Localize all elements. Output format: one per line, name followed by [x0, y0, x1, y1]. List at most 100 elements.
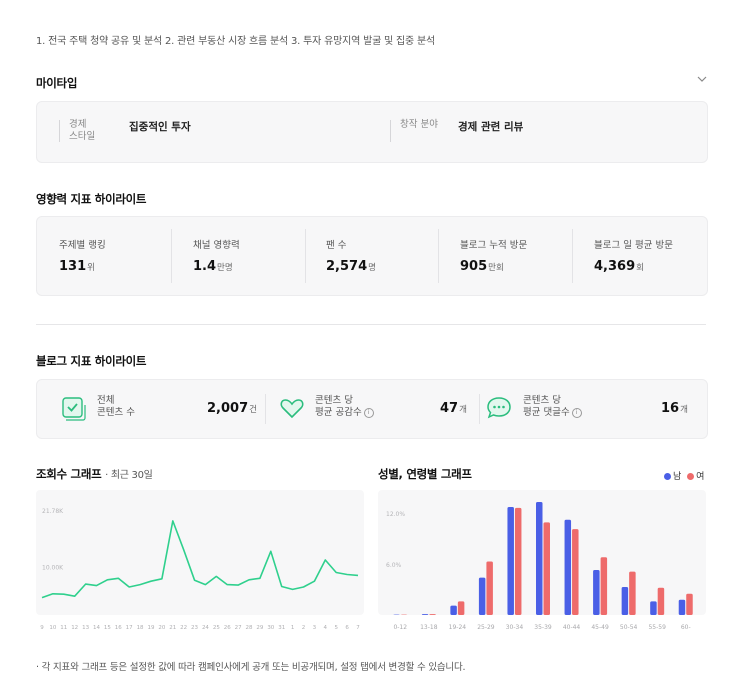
blog-value: 2,007건: [207, 401, 257, 416]
blog-label: 콘텐츠 당 평균 댓글수 i: [523, 395, 582, 419]
style-label-line2: 스타일: [69, 131, 96, 142]
female-legend-dot: [687, 473, 695, 480]
chevron-down-icon[interactable]: [697, 74, 707, 84]
x-tick-label: 7: [356, 625, 360, 631]
heart-icon: [280, 399, 304, 419]
x-tick-label: 30: [267, 625, 274, 631]
female-bar: [629, 571, 636, 615]
x-tick-label: 31: [278, 625, 285, 631]
x-tick-label: 40-44: [563, 624, 581, 631]
checkbox-icon: [62, 397, 86, 421]
demo-bar-chart: 6.0% 12.0% 0-12 13-18 19-24 25-29 30-34 35-39 40…: [386, 501, 693, 631]
chat-icon: [487, 397, 511, 419]
blog-card: 전체 콘텐츠 수 2,007건 콘텐츠 당 평균 공감수 i 47개 콘텐츠 당 …: [36, 379, 708, 439]
stat-value: 4,369회: [594, 259, 644, 274]
blog-label-line2: 평균 공감수 i: [315, 407, 374, 419]
stat-value: 905만회: [460, 259, 504, 274]
female-bar: [457, 601, 465, 615]
male-bar: [564, 519, 572, 615]
divider: [438, 229, 439, 283]
x-tick-label: 24: [202, 625, 209, 631]
x-tick-label: 50-54: [620, 624, 638, 631]
x-tick-label: 10: [49, 625, 56, 631]
stat-label: 팬 수: [326, 240, 347, 251]
x-tick-label: 11: [60, 625, 67, 631]
blog-label: 콘텐츠 당 평균 공감수 i: [315, 395, 374, 419]
x-tick-label: 60-: [681, 624, 691, 631]
y-tick-label: 12.0%: [386, 511, 405, 518]
female-bar: [572, 529, 579, 615]
blog-avg-comments: 콘텐츠 당 평균 댓글수 i 16개: [479, 380, 707, 438]
blog-title: 블로그 지표 하이라이트: [36, 354, 147, 368]
male-bar: [478, 577, 486, 615]
field-label: 창작 분야: [400, 119, 438, 130]
female-bar: [686, 593, 693, 615]
x-tick-label: 29: [256, 625, 263, 631]
x-tick-label: 13: [82, 625, 89, 631]
stat-label: 블로그 일 평균 방문: [594, 240, 673, 251]
female-legend-label: 여: [696, 472, 705, 482]
stat-label: 블로그 누적 방문: [460, 240, 528, 251]
x-tick-label: 30-34: [506, 624, 524, 631]
blog-label-line1: 콘텐츠 당: [523, 395, 561, 406]
info-icon[interactable]: i: [571, 407, 582, 418]
x-tick-label: 26: [224, 625, 231, 631]
male-legend-dot: [664, 473, 671, 480]
blog-label-line2: 평균 댓글수 i: [523, 407, 582, 419]
influence-card: 주제별 랭킹 131위 채널 영향력 1.4만명 팬 수 2,574명 블로그 …: [36, 216, 708, 296]
x-tick-label: 9: [40, 625, 44, 631]
male-legend-label: 남: [673, 472, 682, 482]
info-icon[interactable]: i: [363, 407, 374, 418]
section-divider: [36, 324, 706, 325]
blog-label-line2: 콘텐츠 수: [97, 407, 135, 418]
x-tick-label: 0-12: [393, 624, 407, 631]
style-value: 집중적인 투자: [129, 121, 191, 133]
male-bar: [421, 614, 429, 615]
divider: [390, 120, 391, 142]
male-bar: [678, 599, 686, 615]
x-tick-label: 15: [104, 625, 111, 631]
demo-legend: 남 여: [664, 469, 704, 482]
x-tick-label: 23: [191, 625, 198, 631]
x-tick-label: 19: [147, 625, 154, 631]
x-tick-label: 17: [126, 625, 133, 631]
stat-value: 1.4만명: [193, 259, 233, 274]
divider: [572, 229, 573, 283]
x-tick-label: 35-39: [534, 624, 552, 631]
blog-label-line1: 전체: [97, 395, 115, 406]
x-tick-label: 3: [313, 625, 317, 631]
footnote: · 각 지표와 그래프 등은 설정한 값에 따라 캠페인사에게 공개 또는 비공…: [36, 662, 466, 673]
x-tick-label: 1: [291, 625, 295, 631]
blog-value: 47개: [440, 401, 467, 416]
male-bar: [593, 569, 600, 615]
x-tick-label: 28: [246, 625, 253, 631]
x-tick-label: 16: [115, 625, 122, 631]
x-tick-label: 12: [71, 625, 78, 631]
style-label-line1: 경제: [69, 119, 87, 130]
blog-label: 전체 콘텐츠 수: [97, 395, 135, 419]
x-tick-label: 2: [302, 625, 306, 631]
x-tick-label: 6: [345, 625, 349, 631]
blog-avg-likes: 콘텐츠 당 평균 공감수 i 47개: [265, 380, 479, 438]
influence-title: 영향력 지표 하이라이트: [36, 192, 147, 206]
demo-chart-title: 성별, 연령별 그래프: [378, 467, 472, 481]
male-bar: [650, 601, 657, 615]
stat-value: 131위: [59, 259, 95, 274]
blog-label-line1: 콘텐츠 당: [315, 395, 353, 406]
male-bar: [536, 501, 543, 615]
x-tick-label: 14: [93, 625, 100, 631]
y-tick-label: 21.78K: [42, 508, 64, 515]
female-bar: [514, 507, 522, 615]
female-bar: [600, 557, 608, 615]
intro-text: 1. 전국 주택 청약 공유 및 분석 2. 관련 부동산 시장 흐름 분석 3…: [36, 36, 436, 47]
x-tick-label: 20: [158, 625, 165, 631]
field-value: 경제 관련 리뷰: [458, 121, 524, 133]
views-series-line: [41, 520, 359, 599]
x-tick-label: 25: [213, 625, 220, 631]
x-tick-label: 45-49: [591, 624, 609, 631]
x-tick-label: 19-24: [449, 624, 467, 631]
blog-content-count: 전체 콘텐츠 수 2,007건: [37, 380, 263, 438]
style-label: 경제 스타일: [69, 119, 95, 143]
female-bar: [429, 614, 436, 615]
views-line-chart: 10.00K21.78K9 10 11 12 13 14 15 16 17 18 19 20 21 22 2…: [40, 508, 360, 631]
